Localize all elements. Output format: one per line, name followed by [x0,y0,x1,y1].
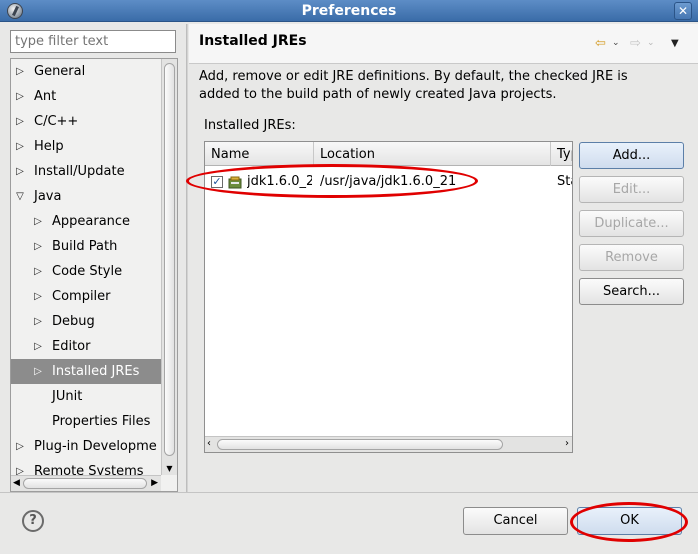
expand-arrow-icon[interactable]: ▷ [13,109,27,134]
expand-arrow-icon[interactable]: ▷ [13,59,27,84]
search-button[interactable]: Search... [579,278,684,305]
column-header-name[interactable]: Name [205,142,314,166]
scrollbar-thumb[interactable] [23,478,147,489]
filter-input[interactable] [10,30,176,53]
preference-tree[interactable]: ▷ General ▷ Ant ▷ C/C++ ▷ Help ▷ Install… [10,58,178,492]
tree-item-label: Help [34,139,64,154]
expand-arrow-icon[interactable]: ▷ [13,134,27,159]
collapse-arrow-icon[interactable]: ▽ [13,184,27,209]
back-arrow-icon[interactable]: ⇦ [595,36,606,51]
tree-item-java[interactable]: ▽ Java [11,184,161,209]
tree-item-label: Appearance [52,214,131,229]
expand-arrow-icon[interactable]: ▷ [13,159,27,184]
help-icon[interactable]: ? [22,510,44,532]
tree-item-label: Ant [34,89,57,104]
tree-item-label: Compiler [52,289,111,304]
title-bar: Preferences ✕ [0,0,698,22]
tree-item-junit[interactable]: JUnit [11,384,161,409]
splitter-sash[interactable] [186,24,188,492]
tree-vertical-scrollbar[interactable]: ▼ [161,59,177,475]
installed-jres-label: Installed JREs: [204,118,296,133]
window-title: Preferences [301,3,397,19]
tree-item-build-path[interactable]: ▷ Build Path [11,234,161,259]
expand-arrow-icon[interactable]: ▷ [31,209,45,234]
tree-item-help[interactable]: ▷ Help [11,134,161,159]
table-horizontal-scrollbar[interactable]: ‹ › [205,436,572,452]
tree-item-installed-jres[interactable]: ▷ Installed JREs [11,359,161,384]
tree-horizontal-scrollbar[interactable]: ◀ ▶ [11,475,161,491]
tree-item-cpp[interactable]: ▷ C/C++ [11,109,161,134]
expand-arrow-icon[interactable]: ▷ [31,334,45,359]
add-button[interactable]: Add... [579,142,684,169]
tree-item-label: Java [34,189,62,204]
expand-arrow-icon[interactable]: ▷ [31,259,45,284]
expand-arrow-icon[interactable]: ▷ [13,84,27,109]
tree-item-debug[interactable]: ▷ Debug [11,309,161,334]
tree-item-code-style[interactable]: ▷ Code Style [11,259,161,284]
tree-item-plugin-development[interactable]: ▷ Plug-in Developme [11,434,161,459]
tree-item-label: Editor [52,339,91,354]
expand-arrow-icon[interactable]: ▷ [31,234,45,259]
tree-item-label: Code Style [52,264,123,279]
back-dropdown-icon[interactable]: ⌄ [612,38,620,48]
page-description: Add, remove or edit JRE definitions. By … [199,69,628,102]
tree-item-general[interactable]: ▷ General [11,59,161,84]
footer-separator [0,492,698,493]
tree-item-compiler[interactable]: ▷ Compiler [11,284,161,309]
scroll-down-arrow-icon[interactable]: ▼ [164,463,175,474]
annotation-ellipse-ok [570,502,688,542]
view-menu-icon[interactable]: ▼ [671,38,679,49]
table-header: Name Location Type [205,142,572,166]
edit-button[interactable]: Edit... [579,176,684,203]
column-header-location[interactable]: Location [314,142,551,166]
column-header-type[interactable]: Type [551,142,572,166]
cancel-button[interactable]: Cancel [463,507,568,535]
tree-item-label: JUnit [52,389,83,404]
remove-button[interactable]: Remove [579,244,684,271]
tree-item-label: Build Path [52,239,118,254]
scrollbar-thumb[interactable] [217,439,503,450]
tree-item-label: C/C++ [34,114,79,129]
scroll-left-arrow-icon[interactable]: ‹ [207,438,211,449]
expand-arrow-icon[interactable]: ▷ [31,359,45,384]
tree-item-ant[interactable]: ▷ Ant [11,84,161,109]
tree-item-editor[interactable]: ▷ Editor [11,334,161,359]
scroll-left-arrow-icon[interactable]: ◀ [13,478,20,488]
tree-item-label: Plug-in Developme [34,439,157,454]
forward-arrow-icon: ⇨ [630,36,641,51]
tree-item-appearance[interactable]: ▷ Appearance [11,209,161,234]
annotation-ellipse-jre-row [186,164,478,198]
tree-item-label: General [34,64,86,79]
tree-item-label: Debug [52,314,95,329]
scroll-right-arrow-icon[interactable]: ▶ [151,478,158,488]
tree-item-label: Installed JREs [52,364,140,379]
page-title: Installed JREs [199,33,307,49]
tree-item-label: Properties Files [52,414,151,429]
scrollbar-thumb[interactable] [164,63,175,456]
tree-item-install-update[interactable]: ▷ Install/Update [11,159,161,184]
tree-item-properties-files[interactable]: Properties Files [11,409,161,434]
scroll-right-arrow-icon[interactable]: › [565,438,569,449]
close-button[interactable]: ✕ [674,2,692,20]
duplicate-button[interactable]: Duplicate... [579,210,684,237]
expand-arrow-icon[interactable]: ▷ [13,434,27,459]
expand-arrow-icon[interactable]: ▷ [31,284,45,309]
forward-dropdown-icon: ⌄ [647,38,655,48]
tree-item-label: Install/Update [34,164,125,179]
expand-arrow-icon[interactable]: ▷ [31,309,45,334]
jre-type: Standard VM [557,174,572,189]
page-header: Installed JREs ⇦ ⌄ ⇨ ⌄ ▼ [189,24,698,64]
